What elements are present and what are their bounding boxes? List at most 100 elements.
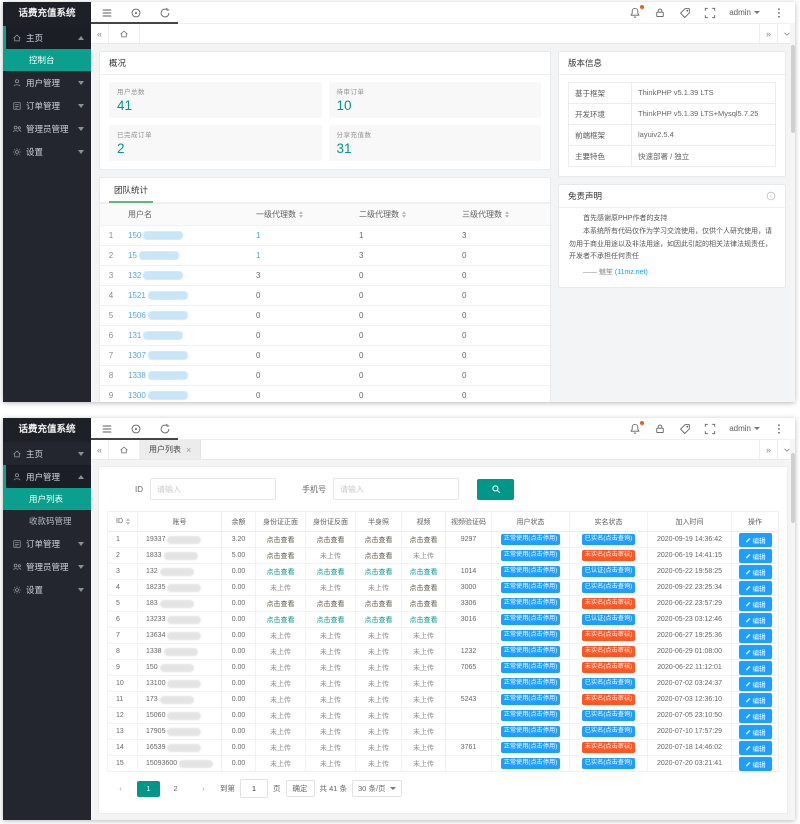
home-tab[interactable] [109, 24, 140, 43]
menu-toggle-icon[interactable] [101, 423, 113, 435]
realname-status-badge[interactable]: 未实名(点击审核) [582, 742, 635, 753]
sidebar-item-home[interactable]: 主页 [3, 442, 91, 465]
realname-status-badge[interactable]: 已实名(点击查询) [582, 582, 635, 593]
realname-status-badge[interactable]: 已认证(点击查询) [582, 614, 635, 625]
edit-button[interactable]: 编辑 [739, 661, 772, 675]
sidebar-subitem-console[interactable]: 控制台 [3, 49, 91, 71]
view-link[interactable]: 点击查看 [410, 567, 438, 577]
view-link[interactable]: 点击查看 [410, 615, 438, 625]
lock-screen-icon[interactable] [654, 7, 666, 19]
edit-button[interactable]: 编辑 [739, 533, 772, 547]
realname-status-badge[interactable]: 未实名(点击审核) [582, 550, 635, 561]
user-status-badge[interactable]: 正常使用(点击停用) [501, 582, 561, 593]
admin-menu[interactable]: admin [729, 424, 760, 433]
view-link[interactable]: 点击查看 [410, 599, 438, 609]
page-size-select[interactable]: 30 条/页 [352, 780, 402, 797]
view-link[interactable]: 点击查看 [317, 599, 345, 609]
user-status-badge[interactable]: 正常使用(点击停用) [501, 710, 561, 721]
edit-button[interactable]: 编辑 [739, 629, 772, 643]
view-link[interactable]: 点击查看 [267, 615, 295, 625]
user-status-badge[interactable]: 正常使用(点击停用) [501, 614, 561, 625]
id-search-input[interactable] [150, 478, 276, 500]
view-link[interactable]: 点击查看 [317, 535, 345, 545]
user-status-badge[interactable]: 正常使用(点击停用) [501, 758, 561, 769]
user-status-badge[interactable]: 正常使用(点击停用) [501, 646, 561, 657]
username-cell[interactable]: 1506 [122, 311, 250, 320]
username-cell[interactable]: 1300 [122, 391, 250, 400]
view-link[interactable]: 点击查看 [317, 615, 345, 625]
username-cell[interactable]: 15 [122, 251, 250, 260]
view-link[interactable]: 点击查看 [267, 599, 295, 609]
view-link[interactable]: 点击查看 [317, 567, 345, 577]
home-tab[interactable] [109, 440, 140, 459]
realname-status-badge[interactable]: 已实名(点击查询) [582, 678, 635, 689]
next-page-button[interactable]: › [192, 781, 215, 797]
view-link[interactable]: 点击查看 [267, 567, 295, 577]
username-cell[interactable]: 1521 [122, 291, 250, 300]
user-status-badge[interactable]: 正常使用(点击停用) [501, 742, 561, 753]
theme-icon[interactable] [679, 7, 691, 19]
realname-status-badge[interactable]: 已认证(点击查询) [582, 566, 635, 577]
realname-status-badge[interactable]: 未实名(点击审核) [582, 630, 635, 641]
more-icon[interactable] [773, 7, 785, 19]
notifications-icon[interactable] [629, 423, 641, 435]
sort-icon[interactable] [299, 211, 303, 218]
sidebar-subitem-user-list[interactable]: 用户列表 [3, 488, 91, 510]
view-link[interactable]: 点击查看 [365, 599, 393, 609]
sort-icon[interactable] [402, 211, 406, 218]
scrollbar[interactable] [790, 23, 795, 402]
user-status-badge[interactable]: 正常使用(点击停用) [501, 598, 561, 609]
confirm-button[interactable]: 确定 [286, 780, 315, 797]
scrollbar-thumb[interactable] [791, 45, 795, 133]
lock-screen-icon[interactable] [654, 423, 666, 435]
edit-button[interactable]: 编辑 [739, 709, 772, 723]
sidebar-item-users[interactable]: 用户管理 [3, 465, 91, 488]
user-status-badge[interactable]: 正常使用(点击停用) [501, 662, 561, 673]
menu-toggle-icon[interactable] [101, 7, 113, 19]
admin-menu[interactable]: admin [729, 8, 760, 17]
clear-cache-icon[interactable] [130, 7, 142, 19]
view-link[interactable]: 点击查看 [267, 535, 295, 545]
sidebar-item-admins[interactable]: 管理员管理 [3, 555, 91, 578]
edit-button[interactable]: 编辑 [739, 741, 772, 755]
edit-button[interactable]: 编辑 [739, 565, 772, 579]
team-stats-tab[interactable]: 团队统计 [109, 184, 153, 203]
goto-page-input[interactable] [240, 779, 268, 798]
edit-button[interactable]: 编辑 [739, 693, 772, 707]
realname-status-badge[interactable]: 已实名(点击查询) [582, 726, 635, 737]
edit-button[interactable]: 编辑 [739, 725, 772, 739]
realname-status-badge[interactable]: 未实名(点击审核) [582, 662, 635, 673]
tab-user-list[interactable]: 用户列表× [140, 440, 201, 459]
prev-page-button[interactable]: ‹ [109, 781, 132, 797]
user-status-badge[interactable]: 正常使用(点击停用) [501, 566, 561, 577]
realname-status-badge[interactable]: 未实名(点击审核) [582, 598, 635, 609]
tabs-scroll-left[interactable]: « [91, 24, 109, 43]
sidebar-item-settings[interactable]: 设置 [3, 578, 91, 601]
notifications-icon[interactable] [629, 7, 641, 19]
user-status-badge[interactable]: 正常使用(点击停用) [501, 678, 561, 689]
tabs-scroll-right[interactable]: » [759, 24, 777, 43]
user-status-badge[interactable]: 正常使用(点击停用) [501, 630, 561, 641]
view-link[interactable]: 点击查看 [365, 551, 393, 561]
realname-status-badge[interactable]: 未实名(点击审核) [582, 694, 635, 705]
username-cell[interactable]: 132 [122, 271, 250, 280]
sort-icon[interactable] [126, 518, 130, 525]
page-button-2[interactable]: 2 [164, 781, 187, 797]
user-status-badge[interactable]: 正常使用(点击停用) [501, 534, 561, 545]
sidebar-item-admins[interactable]: 管理员管理 [3, 117, 91, 140]
tabs-scroll-left[interactable]: « [91, 440, 109, 459]
realname-status-badge[interactable]: 已实名(点击查询) [582, 710, 635, 721]
more-icon[interactable] [773, 423, 785, 435]
user-status-badge[interactable]: 正常使用(点击停用) [501, 726, 561, 737]
user-status-badge[interactable]: 正常使用(点击停用) [501, 550, 561, 561]
view-link[interactable]: 点击查看 [365, 567, 393, 577]
sidebar-item-orders[interactable]: 订单管理 [3, 94, 91, 117]
realname-status-badge[interactable]: 已实名(点击查询) [582, 534, 635, 545]
sidebar-item-orders[interactable]: 订单管理 [3, 532, 91, 555]
phone-search-input[interactable] [333, 478, 459, 500]
search-button[interactable] [477, 479, 514, 500]
sidebar-item-users[interactable]: 用户管理 [3, 71, 91, 94]
username-cell[interactable]: 1338 [122, 371, 250, 380]
edit-button[interactable]: 编辑 [739, 757, 772, 771]
tabs-scroll-right[interactable]: » [759, 440, 777, 459]
